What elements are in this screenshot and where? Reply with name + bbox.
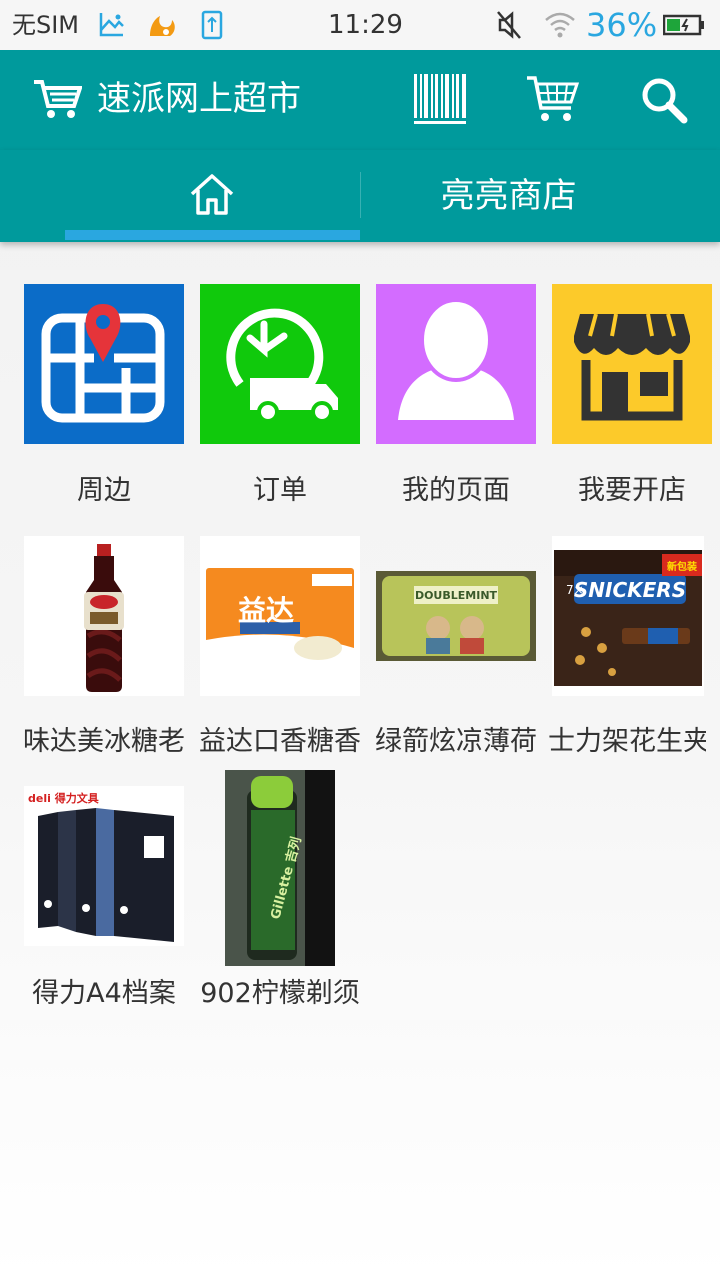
orders-label: 订单 — [253, 475, 307, 506]
orders-tile[interactable] — [200, 284, 360, 444]
nearby-label: 周边 — [77, 475, 131, 506]
storefront-icon — [574, 313, 690, 421]
app-bar: 速派网上超市 — [0, 50, 720, 150]
open-shop-label: 我要开店 — [578, 475, 686, 506]
product-label-doublemint: 绿箭炫凉薄荷 — [375, 726, 537, 757]
snickers-count-text: 7× — [566, 583, 584, 597]
uc-browser-icon — [150, 16, 175, 36]
app-title: 速派网上超市 — [97, 79, 301, 119]
deli-brand-text: deli 得力文具 — [28, 791, 99, 805]
status-bar: 无SIM 11:29 36% — [0, 0, 720, 50]
doublemint-brand-text: DOUBLEMINT — [415, 589, 498, 602]
my-page-label: 我的页面 — [402, 475, 510, 506]
picture-icon — [99, 13, 124, 37]
open-shop-tile[interactable] — [552, 284, 712, 444]
product-image-snickers[interactable]: SNICKERS 7× 新包装 — [552, 536, 704, 696]
deli-binder-image: deli 得力文具 — [24, 786, 184, 946]
product-label-gillette: 902柠檬剃须 — [200, 978, 360, 1009]
usb-icon — [201, 10, 223, 40]
wifi-icon — [545, 12, 575, 38]
tab-home[interactable] — [65, 150, 360, 242]
gillette-can-image: Gillette 吉列 — [225, 770, 335, 966]
product-label-yida-gum: 益达口香糖香 — [199, 726, 361, 757]
my-page-tile[interactable] — [376, 284, 536, 444]
barcode-scan-icon[interactable] — [413, 74, 467, 126]
soy-sauce-bottle-image — [84, 544, 124, 692]
search-icon[interactable] — [640, 76, 688, 124]
snickers-brand-text: SNICKERS — [574, 578, 686, 602]
yida-gum-image: 益达 — [206, 568, 354, 666]
home-icon — [190, 174, 234, 215]
clock-text: 11:29 — [328, 10, 403, 40]
user-icon — [398, 298, 514, 420]
snickers-badge-text: 新包装 — [667, 560, 697, 573]
carrier-text: 无SIM — [12, 11, 80, 39]
doublemint-tin-image: DOUBLEMINT — [376, 571, 536, 661]
shopping-cart-icon[interactable] — [525, 74, 579, 124]
product-image-gillette[interactable]: Gillette 吉列 — [225, 770, 335, 966]
delivery-truck-icon — [226, 308, 338, 423]
map-pin-icon — [41, 304, 165, 423]
product-label-deli-binder: 得力A4档案 — [32, 978, 176, 1009]
product-image-yida-gum[interactable]: 益达 — [200, 536, 360, 696]
product-label-snickers: 士力架花生夹 — [548, 726, 706, 757]
mute-icon — [497, 11, 521, 39]
tab-bar: 亮亮商店 — [0, 150, 720, 242]
product-image-deli-binder[interactable]: deli 得力文具 — [24, 786, 184, 946]
battery-percent-text: 36% — [586, 6, 658, 44]
tab-shop[interactable]: 亮亮商店 — [361, 150, 656, 242]
nearby-tile[interactable] — [24, 284, 184, 444]
snickers-bag-image: SNICKERS 7× 新包装 — [554, 550, 702, 686]
product-label-soy-sauce: 味达美冰糖老 — [23, 726, 185, 757]
cart-logo-icon — [34, 80, 82, 118]
product-image-soy-sauce[interactable] — [24, 536, 184, 696]
tab-indicator — [65, 230, 360, 240]
yida-brand-text: 益达 — [238, 594, 294, 627]
battery-icon — [663, 14, 704, 36]
product-image-doublemint[interactable]: DOUBLEMINT — [376, 536, 536, 696]
